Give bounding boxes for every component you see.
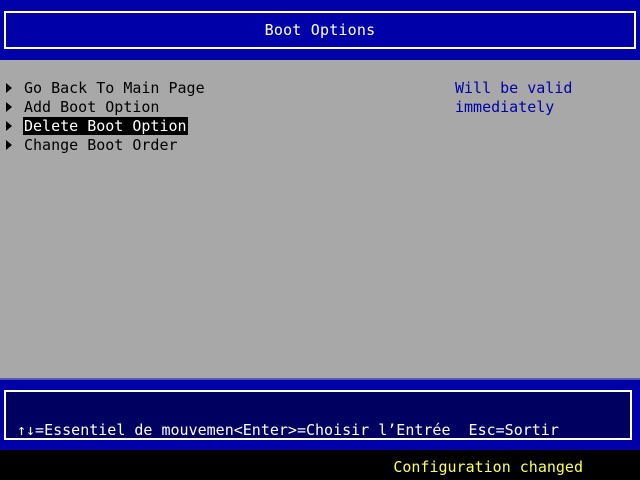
- key-hint-frame: ↑↓=Essentiel de mouvemen<Enter>=Choisir …: [4, 390, 632, 440]
- menu-item-label: Go Back To Main Page: [24, 78, 205, 97]
- footer-bar: ↑↓=Essentiel de mouvemen<Enter>=Choisir …: [0, 380, 640, 450]
- status-message: Configuration changed: [393, 458, 583, 476]
- main-panel: Go Back To Main Page Add Boot Option Del…: [0, 60, 640, 380]
- header-bar: Boot Options: [0, 0, 640, 60]
- menu-item-label: Delete Boot Option: [23, 116, 188, 135]
- page-title: Boot Options: [264, 21, 376, 39]
- bios-screen: Boot Options Go Back To Main Page Add Bo…: [0, 0, 640, 480]
- menu-item-add-boot-option[interactable]: Add Boot Option: [6, 97, 206, 116]
- menu-item-go-back[interactable]: Go Back To Main Page: [6, 78, 206, 97]
- menu-item-label: Add Boot Option: [24, 97, 160, 116]
- menu-item-label: Change Boot Order: [24, 135, 178, 154]
- key-hint-text: ↑↓=Essentiel de mouvemen<Enter>=Choisir …: [17, 421, 559, 439]
- right-triangle-icon: [6, 139, 12, 150]
- menu-item-change-boot-order[interactable]: Change Boot Order: [6, 135, 206, 154]
- header-frame: Boot Options: [4, 11, 636, 49]
- right-triangle-icon: [6, 101, 12, 112]
- help-text: Will be valid immediately: [455, 79, 573, 116]
- status-bar: Configuration changed: [0, 450, 640, 480]
- right-triangle-icon: [6, 120, 12, 131]
- menu-item-delete-boot-option[interactable]: Delete Boot Option: [6, 116, 206, 135]
- boot-options-menu: Go Back To Main Page Add Boot Option Del…: [6, 78, 206, 154]
- right-triangle-icon: [6, 82, 12, 93]
